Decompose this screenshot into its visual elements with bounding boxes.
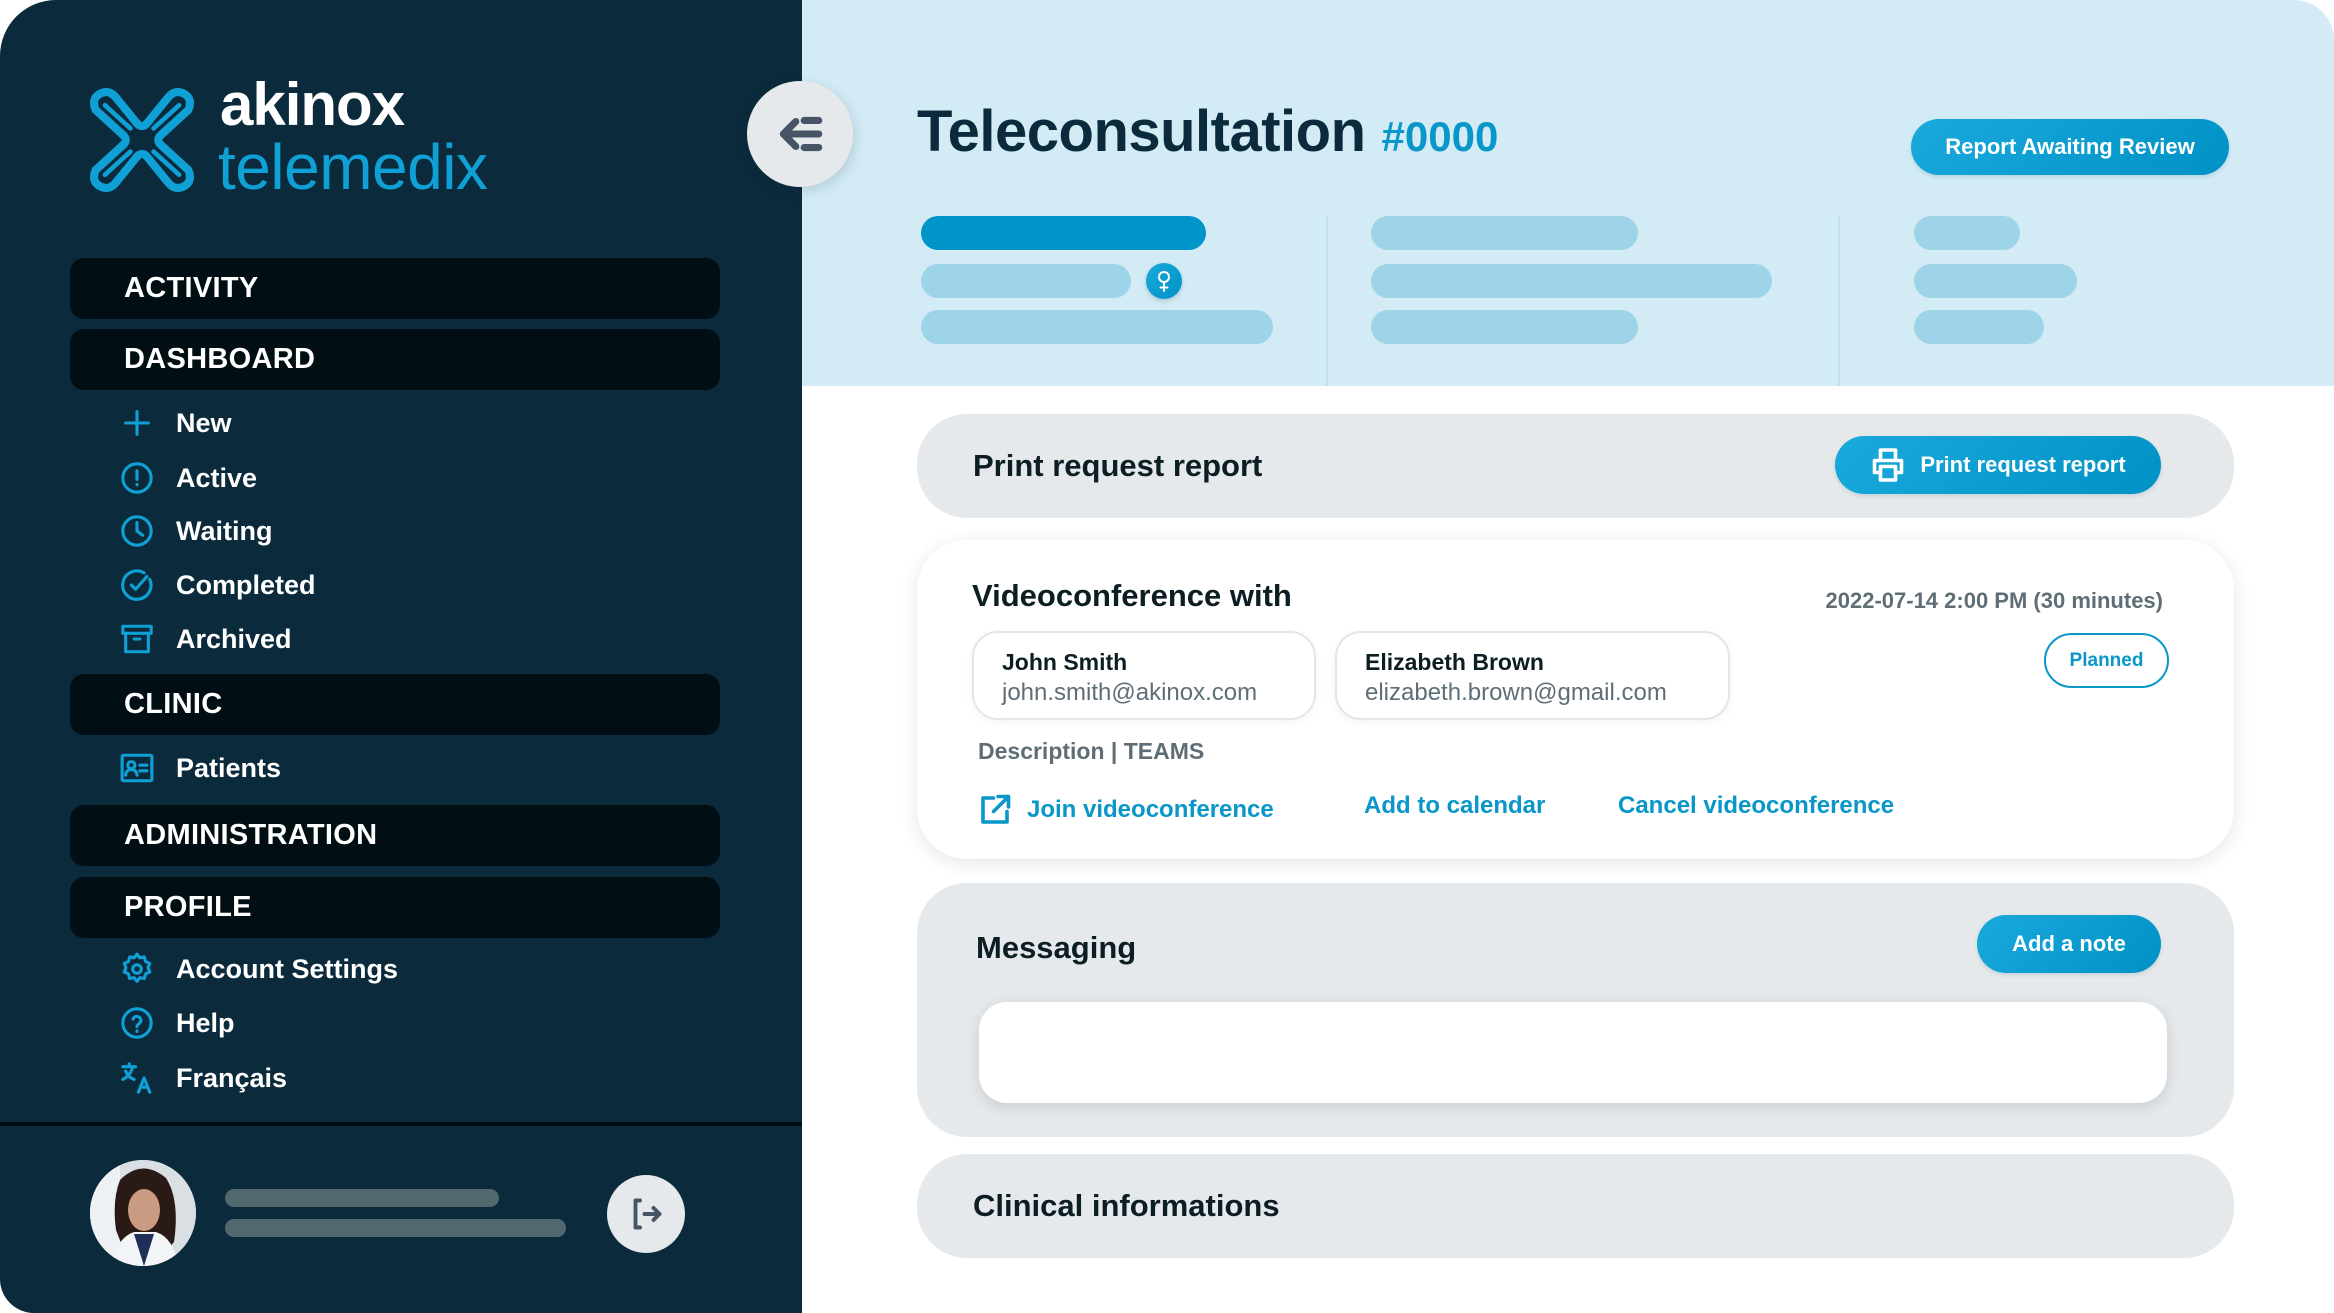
section-label: ADMINISTRATION (124, 819, 378, 851)
cancel-videoconference-link[interactable]: Cancel videoconference (1618, 792, 1894, 820)
button-label: Print request report (1920, 452, 2126, 477)
patient-detail-placeholder (921, 310, 1273, 344)
sidebar-item-label: Waiting (176, 515, 273, 546)
sidebar-section-profile[interactable]: PROFILE (70, 877, 720, 938)
sidebar-item-patients[interactable]: Patients (118, 745, 281, 791)
sidebar-item-label: Completed (176, 569, 316, 600)
sidebar-item-label: Archived (176, 623, 292, 654)
section-label: PROFILE (124, 891, 252, 923)
status-badge: Planned (2044, 633, 2169, 688)
sidebar-item-label: Français (176, 1062, 288, 1093)
page-title: Teleconsultation #0000 (917, 98, 1498, 165)
clock-icon (121, 515, 153, 547)
alert-circle-icon (121, 462, 153, 494)
id-card-icon (120, 753, 154, 783)
participant-chip: Elizabeth Brown elizabeth.brown@gmail.co… (1335, 631, 1730, 720)
message-input[interactable] (979, 1002, 2167, 1103)
female-icon (1158, 271, 1170, 292)
sidebar-item-archived[interactable]: Archived (118, 616, 292, 662)
clinical-info-card[interactable]: Clinical informations (917, 1154, 2234, 1258)
product-name: telemedix (218, 131, 488, 203)
participant-email: elizabeth.brown@gmail.com (1365, 679, 1667, 706)
sidebar-item-completed[interactable]: Completed (118, 562, 316, 608)
print-report-button[interactable]: Print request report (1835, 436, 2161, 494)
gender-badge (1146, 263, 1182, 299)
page-title-text: Teleconsultation (917, 99, 1366, 164)
videoconference-card: Videoconference with 2022-07-14 2:00 PM … (917, 540, 2234, 859)
archive-icon (121, 624, 153, 654)
user-name-placeholder (225, 1189, 499, 1207)
sidebar-divider (0, 1122, 802, 1126)
section-label: CLINIC (124, 688, 223, 720)
akinox-logo-icon (90, 88, 194, 192)
sidebar-item-label: Patients (176, 752, 282, 783)
sidebar-section-clinic[interactable]: CLINIC (70, 674, 720, 735)
participant-chip: John Smith john.smith@akinox.com (972, 631, 1316, 720)
sidebar-item-label: Active (176, 462, 258, 493)
sidebar-item-label: Help (176, 1007, 235, 1038)
sidebar-item-waiting[interactable]: Waiting (118, 508, 272, 554)
external-link-icon (981, 794, 1011, 824)
header-divider (1838, 216, 1840, 386)
gear-icon (122, 952, 152, 983)
add-note-button[interactable]: Add a note (1977, 915, 2161, 973)
participant-name: John Smith (1002, 649, 1128, 675)
card-title: Messaging (976, 930, 1137, 965)
card-title: Clinical informations (973, 1188, 1280, 1223)
sidebar-item-help[interactable]: Help (118, 1000, 235, 1046)
section-label: ACTIVITY (124, 272, 259, 304)
appointment-datetime: 2022-07-14 2:00 PM (30 minutes) (1825, 588, 2164, 613)
card-title: Videoconference with (972, 578, 1292, 613)
description-value: TEAMS (1123, 738, 1205, 764)
sidebar-section-dashboard[interactable]: DASHBOARD (70, 329, 720, 390)
sidebar: akinox telemedix ACTIVITY DASHBOARD New … (0, 0, 802, 1313)
patient-age-placeholder (921, 264, 1131, 298)
brand-name: akinox (220, 71, 405, 138)
participant-name: Elizabeth Brown (1365, 649, 1544, 675)
sidebar-item-language[interactable]: Français (118, 1055, 287, 1101)
sidebar-item-label: Account Settings (176, 953, 399, 984)
printer-icon (1873, 448, 1904, 482)
user-role-placeholder (225, 1219, 566, 1237)
print-report-card: Print request report Print request repor… (917, 414, 2234, 518)
info-placeholder (1371, 310, 1638, 344)
link-label: Join videoconference (1027, 796, 1274, 823)
logout-icon (633, 1198, 662, 1230)
sidebar-item-new[interactable]: New (118, 400, 232, 446)
sidebar-item-label: New (176, 407, 232, 438)
avatar-photo-icon (90, 1160, 196, 1266)
info-placeholder (1914, 264, 2077, 298)
header-divider (1326, 216, 1328, 386)
check-circle-icon (121, 569, 153, 601)
user-avatar[interactable] (90, 1160, 196, 1266)
card-title: Print request report (973, 448, 1263, 483)
join-videoconference-link[interactable]: Join videoconference (977, 792, 1274, 828)
info-placeholder (1371, 216, 1638, 250)
sidebar-item-account-settings[interactable]: Account Settings (118, 946, 398, 992)
patient-name-placeholder (921, 216, 1206, 250)
collapse-sidebar-button[interactable] (747, 81, 853, 187)
messaging-card: Messaging Add a note (917, 883, 2234, 1137)
participant-email: john.smith@akinox.com (1002, 679, 1258, 706)
report-status-button[interactable]: Report Awaiting Review (1911, 119, 2229, 175)
info-placeholder (1914, 310, 2044, 344)
plus-icon (124, 410, 150, 436)
logout-button[interactable] (607, 1175, 685, 1253)
info-placeholder (1371, 264, 1772, 298)
help-circle-icon (121, 1007, 153, 1039)
sidebar-item-active[interactable]: Active (118, 455, 257, 501)
consultation-number: #0000 (1381, 113, 1499, 160)
description: Description | TEAMS (978, 738, 1204, 765)
info-placeholder (1914, 216, 2020, 250)
collapse-menu-icon (779, 116, 823, 152)
section-label: DASHBOARD (124, 343, 316, 375)
description-label: Description | (978, 738, 1118, 764)
add-to-calendar-link[interactable]: Add to calendar (1364, 792, 1545, 820)
translate-icon (121, 1062, 152, 1094)
sidebar-section-administration[interactable]: ADMINISTRATION (70, 805, 720, 866)
sidebar-section-activity[interactable]: ACTIVITY (70, 258, 720, 319)
